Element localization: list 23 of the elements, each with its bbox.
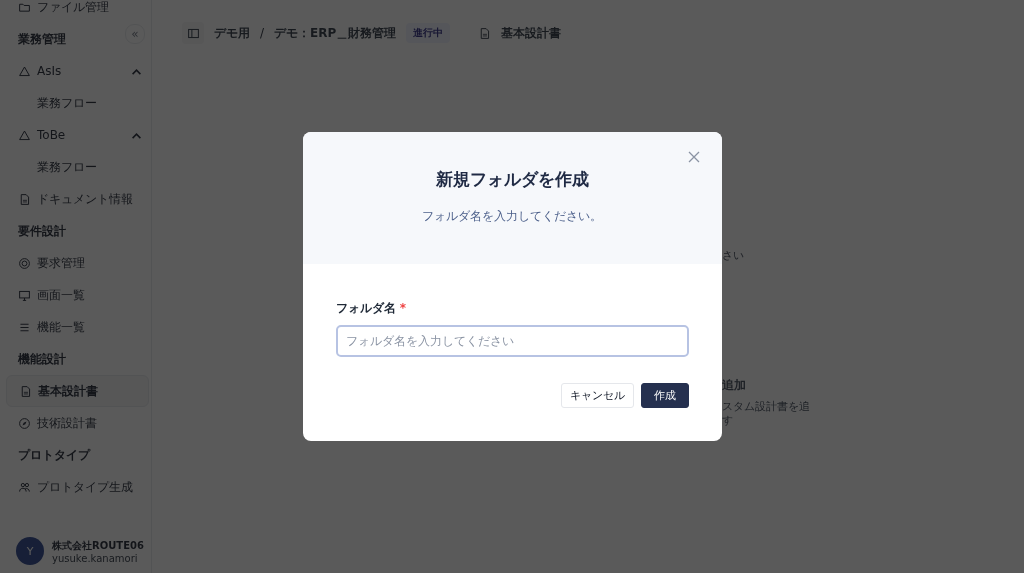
- dialog-title: 新規フォルダを作成: [435, 168, 589, 191]
- sidebar-item[interactable]: ToBe: [6, 119, 149, 151]
- cancel-button[interactable]: キャンセル: [560, 383, 634, 408]
- create-button[interactable]: 作成: [640, 383, 689, 408]
- sidebar-item[interactable]: 要求管理: [6, 247, 149, 279]
- section-heading: 業務管理: [18, 31, 66, 48]
- breadcrumb-link[interactable]: デモ用: [214, 24, 250, 42]
- sidebar-item[interactable]: AsIs: [6, 55, 149, 87]
- sidebar-item[interactable]: ドキュメント情報: [6, 183, 149, 215]
- close-icon[interactable]: [687, 151, 700, 163]
- breadcrumb-link[interactable]: デモ：ERP＿財務管理: [274, 24, 397, 42]
- breadcrumb-separator: /: [260, 26, 265, 40]
- dialog-subtitle: フォルダ名を入力してください。: [422, 208, 602, 225]
- section-heading: プロトタイプ: [18, 447, 90, 464]
- section-heading: 機能設計: [18, 351, 66, 368]
- section-heading: 要件設計: [18, 223, 66, 240]
- folder-name-field[interactable]: フォルダ名を入力してください: [335, 325, 689, 357]
- card-text: 追加: [722, 377, 747, 394]
- user-email: yusuke.kanamori: [52, 552, 139, 564]
- company-name: 株式会社ROUTE06: [52, 538, 144, 553]
- sidebar-item[interactable]: 技術設計書: [6, 407, 149, 439]
- field-label: フォルダ名 *: [335, 300, 407, 317]
- page-title: 基本設計書: [501, 24, 562, 42]
